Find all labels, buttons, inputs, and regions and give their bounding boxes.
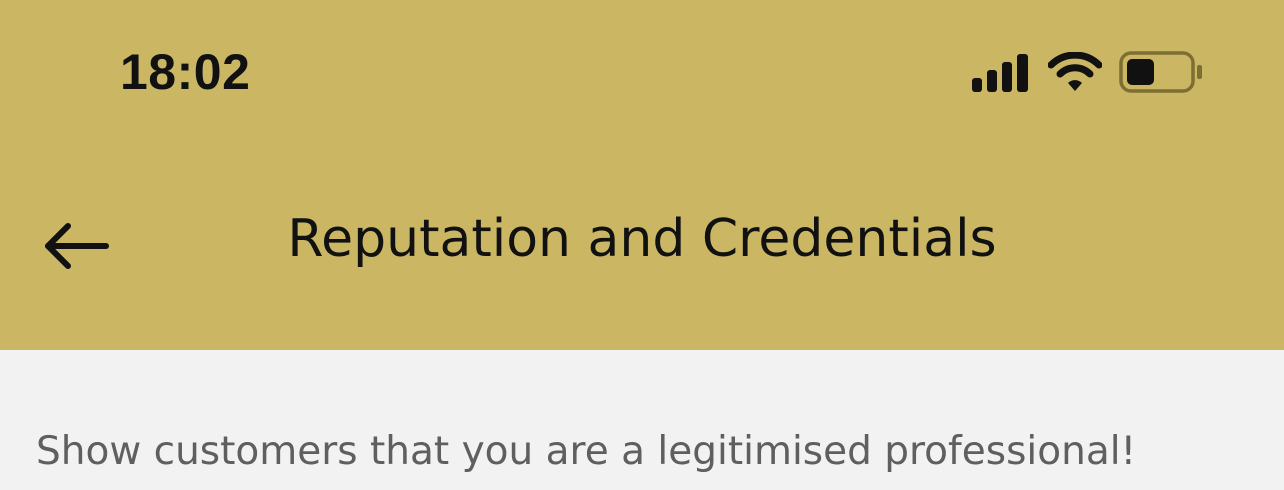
- status-time: 18:02: [120, 44, 251, 100]
- app-header: 18:02 Reputation and Credentials: [0, 0, 1284, 350]
- battery-icon: [1118, 50, 1206, 94]
- page-title: Reputation and Credentials: [287, 209, 997, 269]
- status-icons: [968, 48, 1208, 98]
- page-subtitle: Show customers that you are a legitimise…: [36, 429, 1137, 474]
- signal-icon: [968, 52, 1034, 92]
- wifi-icon: [1047, 51, 1103, 92]
